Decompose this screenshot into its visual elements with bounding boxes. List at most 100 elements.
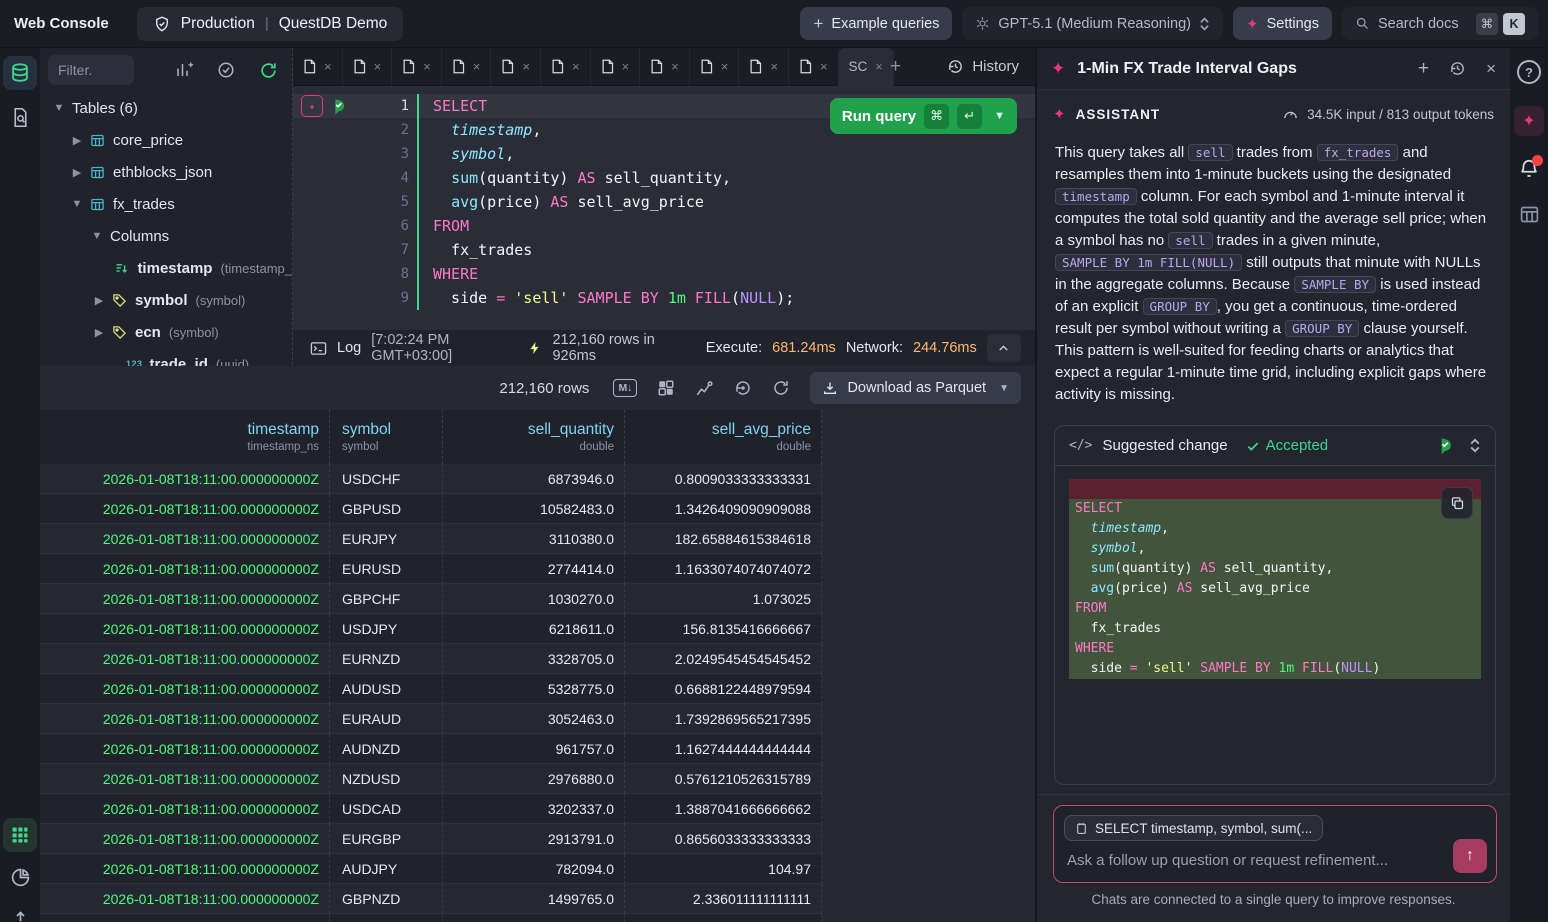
editor-tab-active[interactable]: SC× — [839, 48, 894, 86]
column-header-symbol[interactable]: symbolsymbol — [330, 410, 443, 464]
cell-sell_quantity[interactable]: 3202337.0 — [443, 794, 625, 824]
editor-tab[interactable]: × — [789, 48, 839, 86]
sidebar-table-fx_trades[interactable]: ▼fx_trades — [40, 188, 292, 220]
attached-query-chip[interactable]: SELECT timestamp, symbol, sum(... — [1064, 815, 1323, 841]
table-row[interactable]: 2026-01-08T18:11:00.000000000ZAUDNZD9617… — [40, 734, 1035, 764]
cell-symbol[interactable]: EURJPY — [330, 524, 443, 554]
cell-timestamp[interactable]: 2026-01-08T18:11:00.000000000Z — [40, 704, 330, 734]
run-query-button[interactable]: Run query ⌘ ↵ ▼ — [830, 98, 1017, 134]
cell-sell_quantity[interactable]: 10582483.0 — [443, 494, 625, 524]
cell-timestamp[interactable]: 2026-01-08T18:11:00.000000000Z — [40, 854, 330, 884]
editor-line[interactable]: 4 sum(quantity) AS sell_quantity, — [293, 166, 1035, 190]
close-tab-icon[interactable]: × — [324, 59, 332, 74]
cell-timestamp[interactable]: 2026-01-08T18:11:00.000000000Z — [40, 824, 330, 854]
chevron-right-icon[interactable]: ▶ — [92, 294, 106, 307]
tree-columns-group[interactable]: ▼Columns — [40, 220, 292, 252]
refresh-tables-icon[interactable] — [259, 61, 278, 80]
cell-sell_quantity[interactable]: 2913791.0 — [443, 824, 625, 854]
cell-symbol[interactable] — [330, 914, 443, 922]
editor-tab[interactable]: × — [442, 48, 492, 86]
cell-sell_quantity[interactable]: 6873946.0 — [443, 464, 625, 494]
cell-sell_quantity[interactable]: 5328775.0 — [443, 674, 625, 704]
editor-tab[interactable]: × — [739, 48, 789, 86]
cell-timestamp[interactable]: 2026-01-08T18:11:00.000000000Z — [40, 764, 330, 794]
editor-line[interactable]: 6FROM — [293, 214, 1035, 238]
cell-timestamp[interactable]: 2026-01-08T18:11:00.000000000Z — [40, 794, 330, 824]
cell-symbol[interactable]: USDCHF — [330, 464, 443, 494]
table-row[interactable]: 2026-01-08T18:11:00.000000000ZEURUSD2774… — [40, 554, 1035, 584]
editor-line[interactable]: 9 side = 'sell' SAMPLE BY 1m FILL(NULL); — [293, 286, 1035, 310]
cell-sell_quantity[interactable]: 3328705.0 — [443, 644, 625, 674]
run-options-chevron-icon[interactable]: ▼ — [994, 110, 1005, 122]
chat-input-box[interactable]: SELECT timestamp, symbol, sum(... Ask a … — [1053, 805, 1497, 883]
schema-search-button[interactable] — [3, 100, 37, 134]
cell-sell_avg_price[interactable]: 1.073025 — [625, 584, 822, 614]
download-options-chevron-icon[interactable]: ▼ — [999, 383, 1009, 394]
close-tab-icon[interactable]: × — [721, 59, 729, 74]
cell-symbol[interactable]: GBPCHF — [330, 584, 443, 614]
export-markdown-button[interactable]: M↓ — [613, 379, 637, 397]
cell-symbol[interactable]: EURUSD — [330, 554, 443, 584]
cell-symbol[interactable]: EURGBP — [330, 824, 443, 854]
cell-sell_quantity[interactable]: 3052463.0 — [443, 704, 625, 734]
chevron-down-icon[interactable]: ▼ — [52, 102, 66, 114]
cell-sell_avg_price[interactable]: 2.0249545454545452 — [625, 644, 822, 674]
cell-timestamp[interactable]: 2026-01-08T18:11:00.000000000Z — [40, 734, 330, 764]
close-tab-icon[interactable]: × — [473, 59, 481, 74]
editor-tab[interactable]: × — [293, 48, 343, 86]
add-metrics-icon[interactable] — [175, 61, 193, 79]
cell-sell_avg_price[interactable]: 156.8135416666667 — [625, 614, 822, 644]
table-row[interactable]: 2026-01-08T18:11:00.000000000ZUSDJPY6218… — [40, 614, 1035, 644]
sidebar-table-ethblocks_json[interactable]: ▶ethblocks_json — [40, 156, 292, 188]
cell-sell_avg_price[interactable]: 104.97 — [625, 854, 822, 884]
filter-input[interactable] — [48, 55, 134, 85]
table-row[interactable]: 2026-01-08T18:11:00.000000000ZEURAUD3052… — [40, 704, 1035, 734]
chevron-down-icon[interactable]: ▼ — [70, 198, 84, 210]
close-tab-icon[interactable]: × — [622, 59, 630, 74]
cell-sell_avg_price[interactable] — [625, 914, 822, 922]
editor-tab[interactable]: × — [640, 48, 690, 86]
expand-collapse-button[interactable] — [1469, 437, 1481, 454]
refresh-results-button[interactable] — [772, 379, 790, 397]
cell-timestamp[interactable]: 2026-01-08T18:11:00.000000000Z — [40, 584, 330, 614]
chevron-right-icon[interactable]: ▶ — [70, 166, 84, 179]
cell-symbol[interactable]: USDJPY — [330, 614, 443, 644]
table-row[interactable]: 2026-01-08T18:11:00.000000000ZEURNZD3328… — [40, 644, 1035, 674]
chevron-right-icon[interactable]: ▶ — [92, 326, 106, 339]
cell-sell_avg_price[interactable]: 1.7392869565217395 — [625, 704, 822, 734]
cell-sell_quantity[interactable]: 1499765.0 — [443, 884, 625, 914]
chevron-down-icon[interactable]: ▼ — [90, 230, 104, 242]
editor-tab[interactable]: × — [541, 48, 591, 86]
table-row[interactable]: 2026-01-08T18:11:00.000000000ZNZDUSD2976… — [40, 764, 1035, 794]
cell-sell_avg_price[interactable]: 182.65884615384618 — [625, 524, 822, 554]
cell-sell_quantity[interactable]: 2976880.0 — [443, 764, 625, 794]
table-row[interactable]: 2026-01-08T18:11:00.000000000ZAUDJPY7820… — [40, 854, 1035, 884]
table-row[interactable]: 2026-01-08T18:11:00.000000000ZUSDCHF6873… — [40, 464, 1035, 494]
chart-view-button[interactable] — [3, 860, 37, 894]
cell-timestamp[interactable]: 2026-01-08T18:11:00.000000000Z — [40, 674, 330, 704]
log-label[interactable]: Log — [337, 340, 361, 356]
new-tab-button[interactable]: + — [890, 56, 901, 78]
table-row[interactable]: 2026-01-08T18:11:00.000000000ZGBPCHF1030… — [40, 584, 1035, 614]
toggle-columns-button[interactable] — [657, 379, 675, 397]
cell-symbol[interactable]: GBPNZD — [330, 884, 443, 914]
chevron-right-icon[interactable]: ▶ — [70, 134, 84, 147]
close-tab-icon[interactable]: × — [423, 59, 431, 74]
cell-timestamp[interactable]: 2026-01-08T18:11:00.000000000Z — [40, 614, 330, 644]
editor-line[interactable]: 8WHERE — [293, 262, 1035, 286]
close-tab-icon[interactable]: × — [770, 59, 778, 74]
copy-code-button[interactable] — [1441, 487, 1473, 519]
cell-sell_quantity[interactable] — [443, 914, 625, 922]
sidebar-column-symbol[interactable]: ▶symbol(symbol) — [40, 284, 292, 316]
cell-timestamp[interactable]: 2026-01-08T18:11:00.000000000Z — [40, 554, 330, 584]
close-tab-icon[interactable]: × — [374, 59, 382, 74]
example-queries-button[interactable]: + Example queries — [800, 7, 952, 40]
editor-line[interactable]: 7 fx_trades — [293, 238, 1035, 262]
cell-timestamp[interactable]: 2026-01-08T18:11:00.000000000Z — [40, 524, 330, 554]
table-row[interactable]: 2026-01-08T18:11:00.000000000ZEURGBP2913… — [40, 824, 1035, 854]
column-header-sell_quantity[interactable]: sell_quantitydouble — [443, 410, 625, 464]
select-all-icon[interactable] — [217, 61, 235, 79]
reset-view-button[interactable] — [734, 379, 752, 397]
table-row[interactable]: 2026-01-08T18:11:00.000000000ZUSDCAD3202… — [40, 794, 1035, 824]
model-selector[interactable]: GPT-5.1 (Medium Reasoning) — [962, 7, 1223, 40]
